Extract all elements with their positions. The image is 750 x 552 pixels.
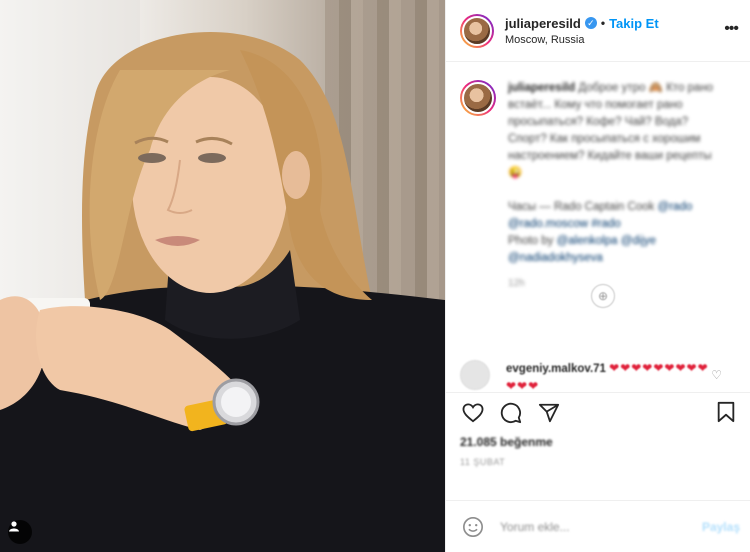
post-comment-button[interactable]: Paylaş [702, 520, 740, 534]
caption-watch-text: Часы — Rado Captain Cook [508, 201, 655, 213]
caption-photo-by: Photo by [508, 235, 554, 247]
caption-text: Доброе утро 🙈 Кто рано встаёт... Кому чт… [508, 82, 714, 179]
comment-like-heart-icon[interactable]: ♡ [711, 368, 722, 382]
post-header: juliaperesild ✓ • Takip Et Moscow, Russi… [446, 0, 750, 62]
emoji-smiley-icon[interactable] [460, 514, 486, 540]
verified-badge-icon: ✓ [584, 17, 597, 29]
comment-item: evgeniy.malkov.71 ❤❤❤❤❤❤❤❤❤❤❤❤ 😂😂😂😂😂😂😂😂😂… [460, 360, 740, 392]
author-avatar[interactable] [460, 13, 494, 48]
share-send-icon[interactable] [536, 400, 562, 426]
tagged-user-icon[interactable] [8, 520, 32, 544]
like-heart-icon[interactable] [460, 400, 486, 426]
more-horizontal-icon[interactable]: ••• [724, 20, 739, 38]
portrait-illustration [0, 31, 445, 552]
comments-area: juliaperesild Доброе утро 🙈 Кто рано вст… [446, 62, 750, 392]
caption-timestamp: 12h [508, 278, 525, 289]
instagram-post: juliaperesild ✓ • Takip Et Moscow, Russi… [0, 0, 750, 552]
load-more-comments-icon[interactable]: ⊕ [591, 284, 615, 308]
post-date: 11 ŞUBAT [460, 457, 506, 467]
caption-username[interactable]: juliaperesild [508, 82, 575, 94]
commenter-avatar[interactable] [460, 360, 490, 390]
likes-count[interactable]: 21.085 beğenme [460, 435, 736, 449]
add-comment-bar: Paylaş [446, 500, 750, 552]
follow-button[interactable]: Takip Et [609, 16, 659, 31]
post-caption: juliaperesild Доброе утро 🙈 Кто рано вст… [460, 80, 740, 292]
commenter-username[interactable]: evgeniy.malkov.71 [506, 363, 606, 375]
author-username[interactable]: juliaperesild [505, 16, 581, 31]
post-actions: 21.085 beğenme 11 ŞUBAT [446, 392, 750, 500]
header-separator: • [600, 16, 606, 30]
save-bookmark-icon[interactable] [716, 401, 736, 426]
post-photo[interactable] [0, 0, 445, 552]
post-side-panel: juliaperesild ✓ • Takip Et Moscow, Russi… [445, 0, 750, 552]
comment-input[interactable] [500, 519, 690, 534]
comment-bubble-icon[interactable] [498, 400, 524, 426]
caption-author-avatar[interactable] [460, 80, 496, 116]
post-location[interactable]: Moscow, Russia [505, 34, 659, 46]
